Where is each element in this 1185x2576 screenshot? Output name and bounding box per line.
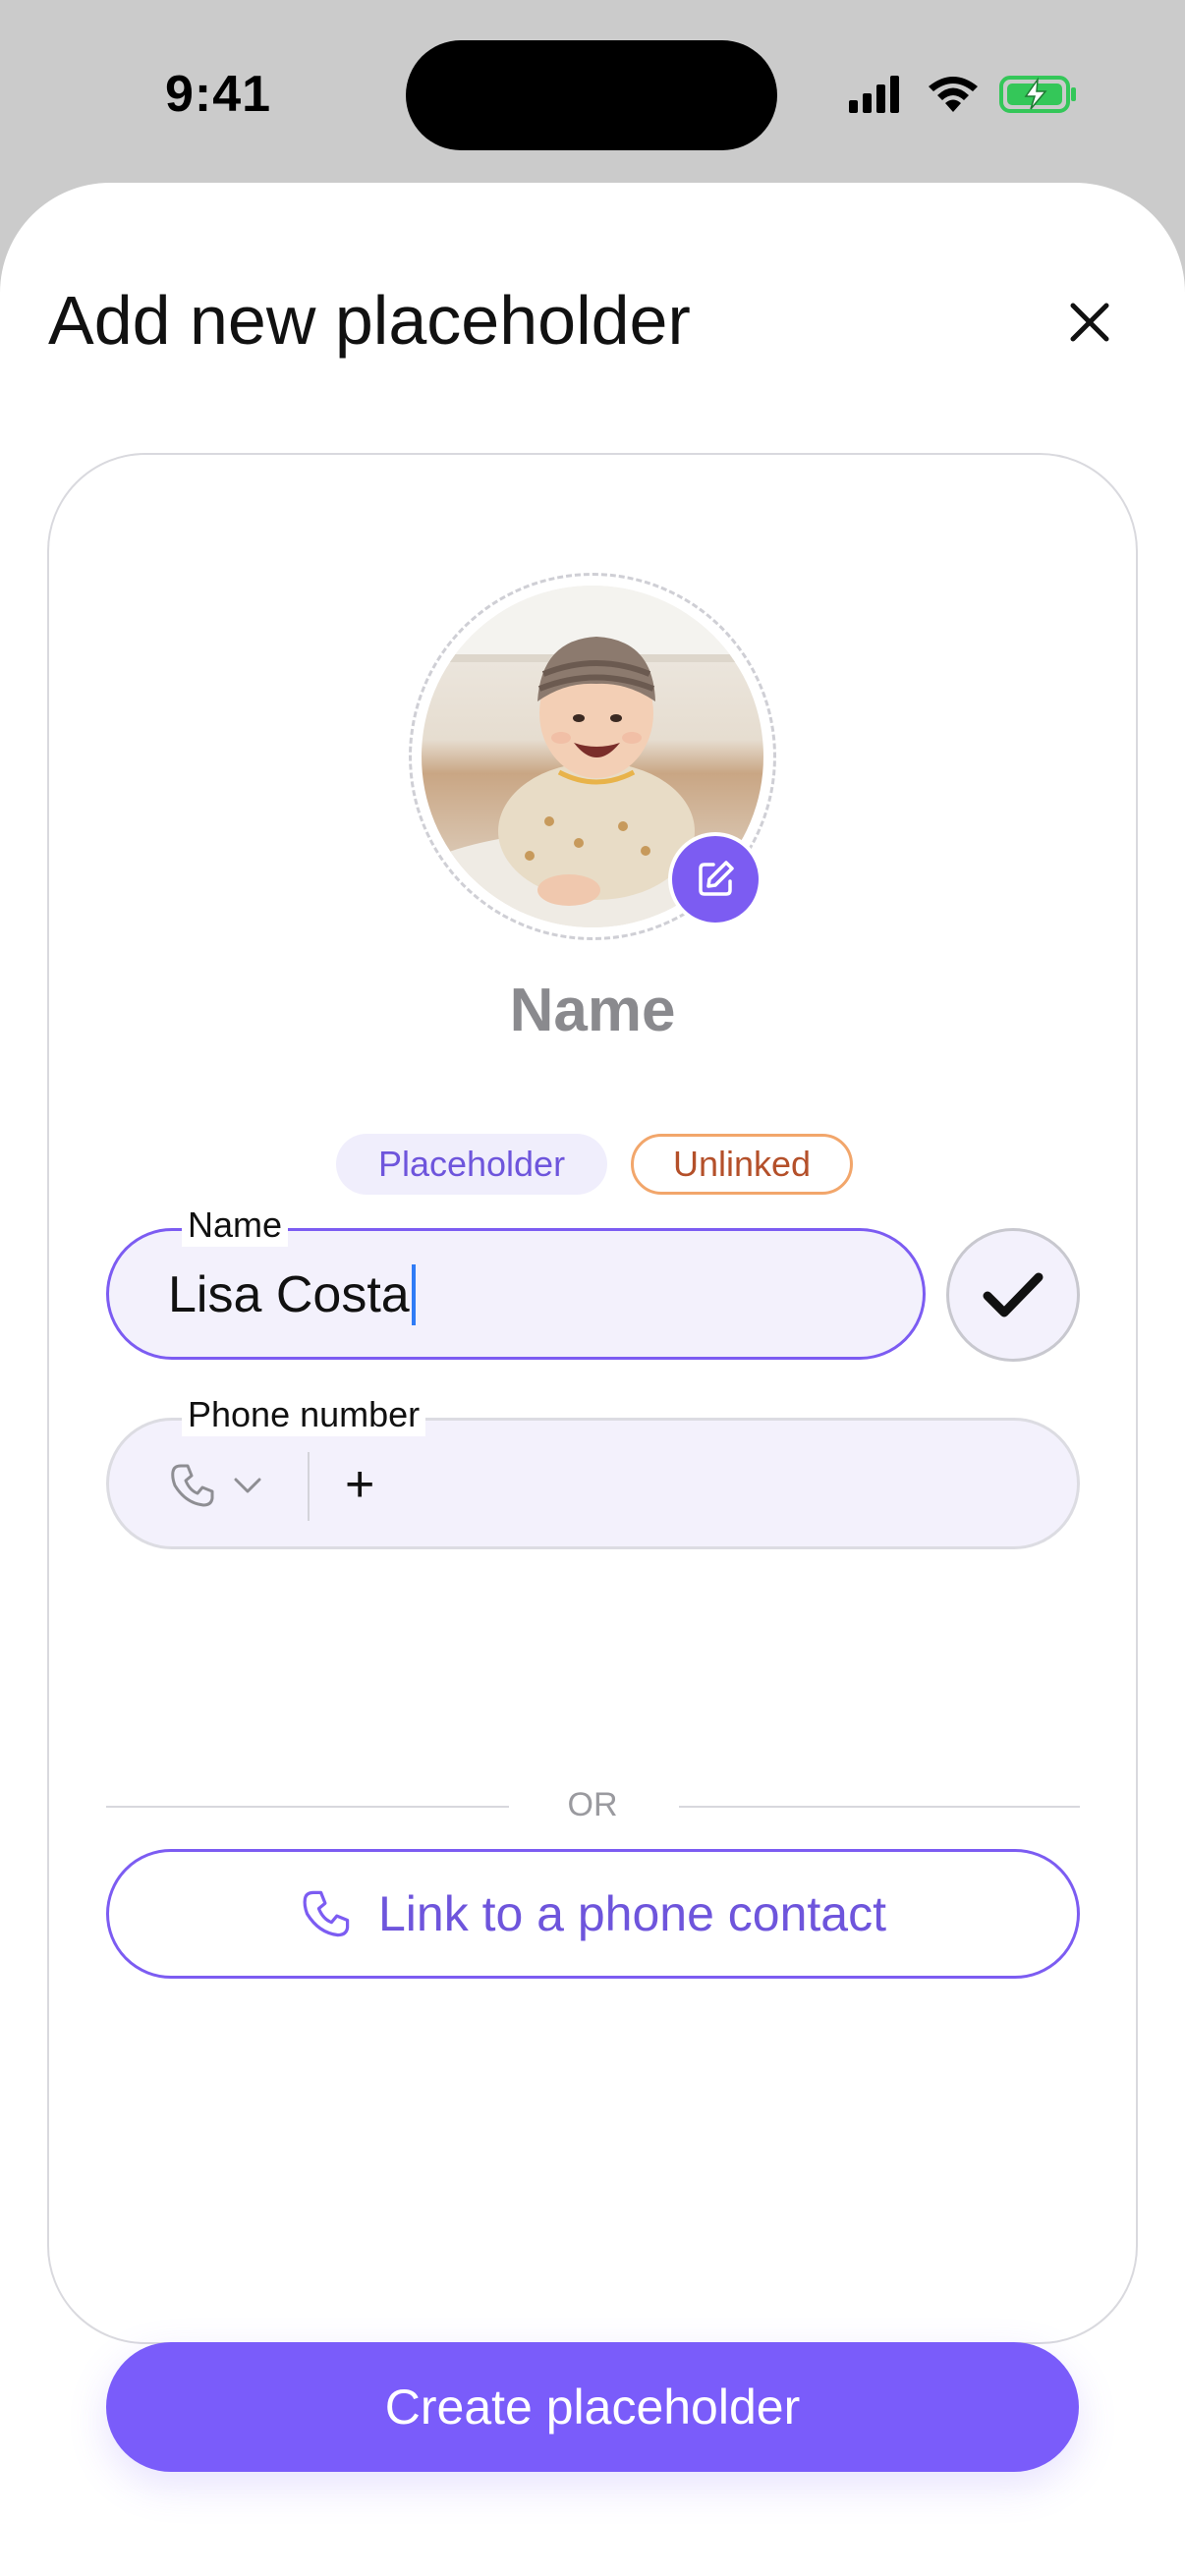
phone-field[interactable]: Phone number + [106,1393,1080,1549]
link-phone-contact-button[interactable]: Link to a phone contact [106,1849,1080,1979]
name-input-value: Lisa Costa [168,1266,410,1323]
display-name: Name [509,977,676,1044]
status-time: 9:41 [165,66,272,123]
close-icon [1070,303,1109,342]
phone-icon [171,1464,214,1507]
separator-line-right [679,1806,1080,1808]
battery-charging-icon [999,76,1076,113]
confirm-name-button[interactable] [946,1228,1080,1362]
placeholder-badge: Placeholder [336,1134,607,1195]
text-caret [411,1264,416,1325]
or-separator: OR [567,1786,618,1823]
name-field-label: Name [182,1204,289,1247]
phone-icon [303,1890,350,1937]
phone-field-label: Phone number [182,1393,426,1436]
placeholder-card: Name Placeholder Unlinked Name Lisa Cost… [47,453,1138,2472]
signal-icon [849,76,899,113]
bottom-sheet: Add new placeholder Name Placeholder Unl… [0,183,1185,2576]
sheet-title: Add new placeholder [48,282,691,359]
status-bar: 9:41 [0,0,1185,187]
wifi-icon [929,77,978,112]
dynamic-island [406,40,777,150]
create-placeholder-button[interactable]: Create placeholder [106,2342,1079,2472]
phone-prefix[interactable]: + [345,1450,374,1519]
edit-icon [699,861,734,896]
chevron-down-icon [234,1478,261,1493]
link-phone-contact-label: Link to a phone contact [377,1886,887,1941]
close-button[interactable] [1058,291,1121,354]
phone-divider [308,1452,310,1521]
checkmark-icon [983,1272,1044,1317]
unlinked-badge: Unlinked [631,1134,853,1195]
country-code-selector[interactable] [168,1456,286,1515]
edit-avatar-button[interactable] [668,832,762,926]
name-field[interactable]: Name Lisa Costa [106,1204,926,1360]
name-input[interactable]: Lisa Costa [168,1260,856,1329]
